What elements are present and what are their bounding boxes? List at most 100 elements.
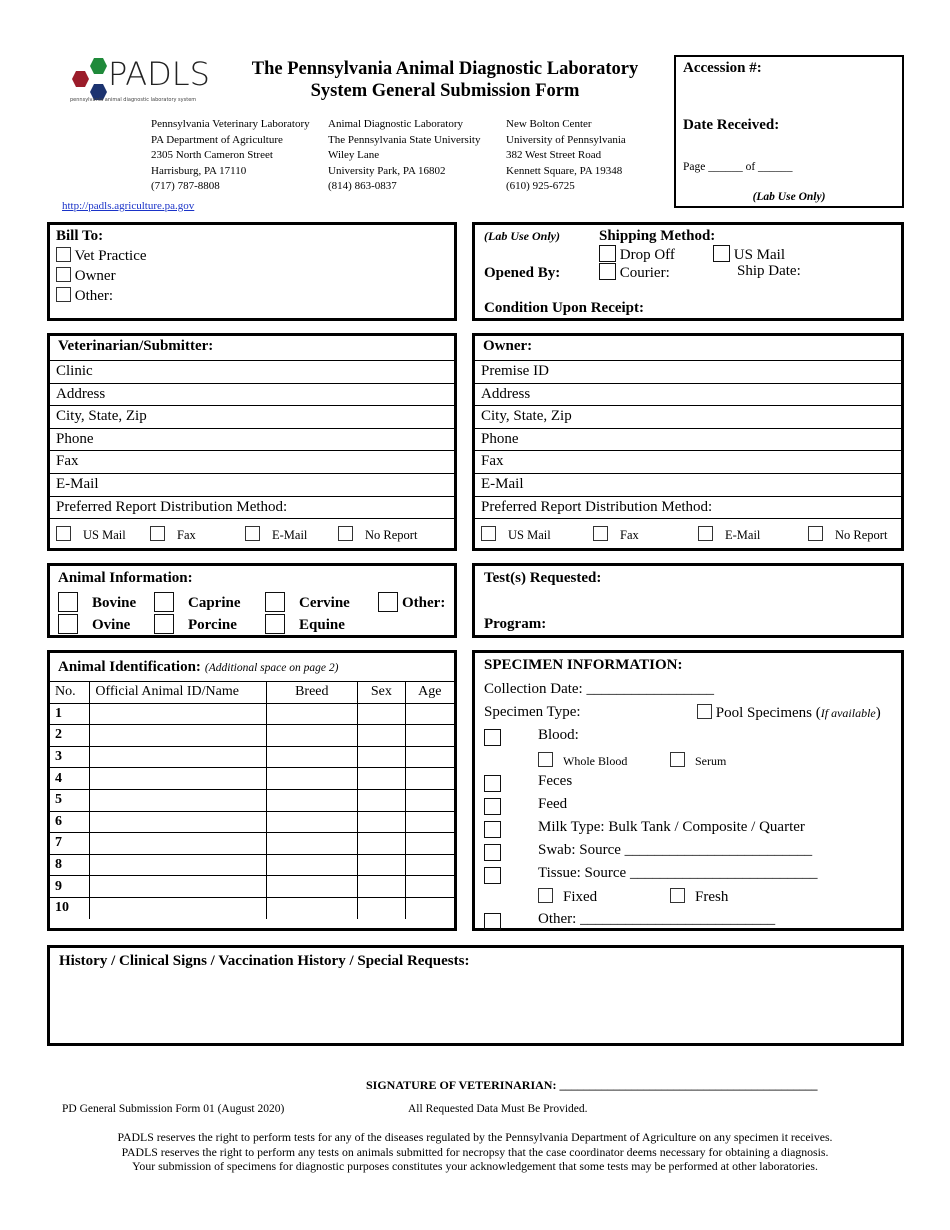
specimen-fixed[interactable]: Fixed xyxy=(538,888,597,906)
table-cell[interactable] xyxy=(404,896,454,920)
table-cell[interactable] xyxy=(356,832,406,855)
checkbox[interactable] xyxy=(538,752,553,767)
table-cell[interactable] xyxy=(265,875,358,898)
specimen-fresh[interactable]: Fresh xyxy=(670,888,728,906)
specimen-feed[interactable]: Feed xyxy=(538,796,567,813)
collection-date-field[interactable]: Collection Date: _________________ xyxy=(484,681,714,698)
table-cell[interactable] xyxy=(404,724,454,747)
checkbox[interactable] xyxy=(484,775,501,792)
table-cell[interactable] xyxy=(89,788,267,812)
checkbox[interactable] xyxy=(481,526,496,542)
table-cell[interactable] xyxy=(89,745,267,769)
bill-to-vet-practice[interactable]: Vet Practice xyxy=(56,246,147,266)
pool-specimens-option[interactable]: Pool Specimens (If available) xyxy=(697,704,881,722)
shipping-us-mail[interactable]: US Mail xyxy=(713,245,785,264)
report-method-option[interactable]: Fax xyxy=(150,526,196,543)
checkbox[interactable] xyxy=(265,592,285,612)
specimen-other[interactable]: Other: __________________________ xyxy=(538,911,775,928)
table-cell[interactable] xyxy=(356,810,406,834)
checkbox[interactable] xyxy=(808,526,823,542)
table-cell[interactable] xyxy=(89,724,267,747)
checkbox[interactable] xyxy=(58,614,78,634)
table-cell[interactable] xyxy=(265,810,358,834)
table-cell[interactable] xyxy=(89,896,267,920)
species-option[interactable]: Other: xyxy=(378,592,445,612)
table-cell[interactable] xyxy=(89,702,267,726)
checkbox[interactable] xyxy=(56,526,71,542)
checkbox[interactable] xyxy=(58,592,78,612)
table-cell[interactable] xyxy=(404,745,454,769)
bill-to-owner[interactable]: Owner xyxy=(56,266,147,286)
table-cell[interactable] xyxy=(356,875,406,898)
table-cell[interactable] xyxy=(356,767,406,790)
table-cell[interactable] xyxy=(404,767,454,790)
field-row[interactable]: Address xyxy=(50,382,454,406)
table-cell[interactable] xyxy=(356,702,406,726)
specimen-milk[interactable]: Milk Type: Bulk Tank / Composite / Quart… xyxy=(538,819,805,836)
checkbox[interactable] xyxy=(56,247,71,262)
checkbox[interactable] xyxy=(378,592,398,612)
checkbox[interactable] xyxy=(484,844,501,861)
checkbox[interactable] xyxy=(670,752,685,767)
field-row[interactable]: Fax xyxy=(475,450,901,473)
field-row[interactable]: Phone xyxy=(50,427,454,451)
shipping-drop-off[interactable]: Drop Off xyxy=(599,245,675,264)
specimen-whole-blood[interactable]: Whole Blood xyxy=(538,752,627,769)
table-cell[interactable] xyxy=(265,896,358,920)
specimen-swab[interactable]: Swab: Source _________________________ xyxy=(538,842,812,859)
table-cell[interactable] xyxy=(89,832,267,855)
checkbox[interactable] xyxy=(593,526,608,542)
bill-to-other[interactable]: Other: xyxy=(56,286,147,306)
checkbox[interactable] xyxy=(484,821,501,838)
table-cell[interactable] xyxy=(404,832,454,855)
checkbox[interactable] xyxy=(154,614,174,634)
checkbox[interactable] xyxy=(670,888,685,903)
padls-website-link[interactable]: http://padls.agriculture.pa.gov xyxy=(62,200,194,212)
field-row[interactable]: Premise ID xyxy=(475,360,901,383)
checkbox[interactable] xyxy=(56,267,71,282)
table-cell[interactable] xyxy=(265,745,358,769)
species-option[interactable]: Porcine xyxy=(154,614,237,634)
table-cell[interactable] xyxy=(265,724,358,747)
checkbox[interactable] xyxy=(713,245,730,262)
field-row[interactable]: Clinic xyxy=(50,360,454,383)
report-method-option[interactable]: E-Mail xyxy=(698,526,760,543)
page-count-field[interactable]: Page ______ of ______ xyxy=(683,161,793,173)
checkbox[interactable] xyxy=(538,888,553,903)
table-cell[interactable] xyxy=(265,788,358,812)
species-option[interactable]: Ovine xyxy=(58,614,130,634)
table-cell[interactable] xyxy=(89,767,267,790)
table-cell[interactable] xyxy=(404,702,454,726)
table-cell[interactable] xyxy=(404,853,454,877)
report-method-option[interactable]: US Mail xyxy=(56,526,126,543)
veterinarian-signature-field[interactable]: SIGNATURE OF VETERINARIAN: _____________… xyxy=(366,1078,817,1093)
checkbox[interactable] xyxy=(484,729,501,746)
shipping-courier[interactable]: Courier: xyxy=(599,263,670,282)
species-option[interactable]: Bovine xyxy=(58,592,136,612)
checkbox[interactable] xyxy=(338,526,353,542)
report-method-option[interactable]: No Report xyxy=(338,526,417,543)
checkbox[interactable] xyxy=(56,287,71,302)
specimen-tissue[interactable]: Tissue: Source _________________________ xyxy=(538,865,817,882)
table-cell[interactable] xyxy=(265,702,358,726)
table-cell[interactable] xyxy=(404,810,454,834)
checkbox[interactable] xyxy=(698,526,713,542)
specimen-blood[interactable]: Blood: xyxy=(538,727,579,744)
specimen-feces[interactable]: Feces xyxy=(538,773,572,790)
checkbox[interactable] xyxy=(265,614,285,634)
checkbox[interactable] xyxy=(697,704,712,719)
specimen-serum[interactable]: Serum xyxy=(670,752,726,769)
table-cell[interactable] xyxy=(265,767,358,790)
history-section[interactable]: History / Clinical Signs / Vaccination H… xyxy=(47,945,904,1046)
species-option[interactable]: Caprine xyxy=(154,592,241,612)
table-cell[interactable] xyxy=(356,788,406,812)
species-option[interactable]: Cervine xyxy=(265,592,350,612)
report-method-option[interactable]: Fax xyxy=(593,526,639,543)
table-cell[interactable] xyxy=(356,896,406,920)
table-cell[interactable] xyxy=(265,832,358,855)
checkbox[interactable] xyxy=(484,867,501,884)
checkbox[interactable] xyxy=(484,913,501,930)
report-method-option[interactable]: E-Mail xyxy=(245,526,307,543)
table-cell[interactable] xyxy=(89,853,267,877)
field-row[interactable]: E-Mail xyxy=(50,473,454,496)
